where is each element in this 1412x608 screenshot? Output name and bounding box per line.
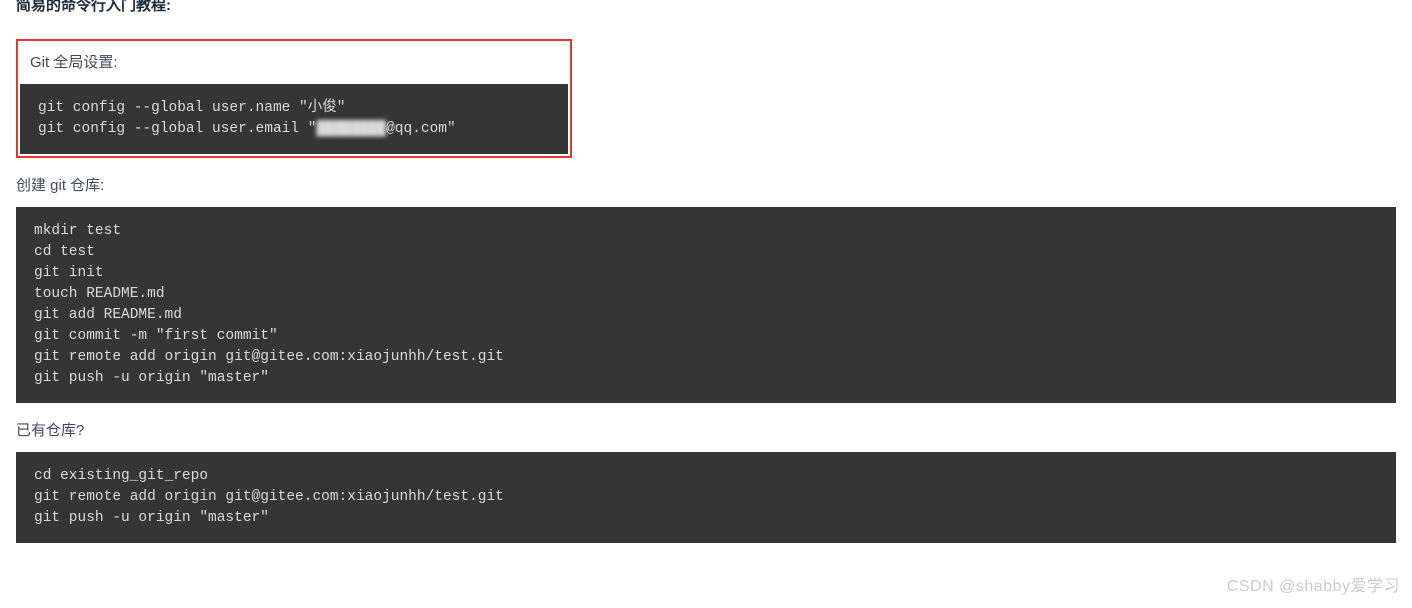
redacted-email: ████████ — [316, 119, 386, 140]
create-repo-heading: 创建 git 仓库: — [16, 174, 1396, 195]
page-title: 简易的命令行入门教程: — [16, 0, 1396, 15]
highlighted-section: Git 全局设置: git config --global user.name … — [16, 39, 572, 158]
content-container: 简易的命令行入门教程: Git 全局设置: git config --globa… — [0, 0, 1412, 559]
existing-repo-heading: 已有仓库? — [16, 419, 1396, 440]
code-text-prefix: git config --global user.name "小俊" git c… — [38, 100, 345, 137]
create-repo-code: mkdir test cd test git init touch README… — [16, 207, 1396, 403]
watermark: CSDN @shabby爱学习 — [1227, 572, 1400, 596]
existing-repo-code: cd existing_git_repo git remote add orig… — [16, 452, 1396, 543]
code-text-suffix: @qq.com" — [386, 121, 456, 137]
git-global-settings-code: git config --global user.name "小俊" git c… — [20, 84, 568, 154]
git-global-settings-heading: Git 全局设置: — [30, 51, 568, 72]
